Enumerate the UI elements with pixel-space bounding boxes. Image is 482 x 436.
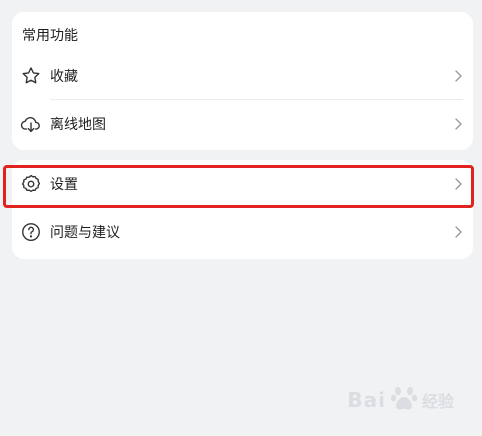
watermark-text: 经验: [421, 394, 454, 411]
chevron-right-icon: [453, 69, 463, 83]
chevron-right-icon: [453, 117, 463, 131]
chevron-right-icon: [453, 225, 463, 239]
question-circle-icon: [20, 221, 42, 243]
watermark-text: Bai: [347, 388, 386, 412]
cloud-download-icon: [20, 113, 42, 135]
common-functions-card: 常用功能 收藏 离线地图: [12, 12, 473, 150]
menu-item-label: 离线地图: [50, 116, 106, 132]
menu-item-offline-map[interactable]: 离线地图: [12, 100, 473, 150]
paw-icon: [389, 383, 419, 418]
baidu-jingyan-watermark: Bai 经验: [347, 380, 454, 420]
menu-item-label: 问题与建议: [50, 224, 120, 240]
menu-item-label: 收藏: [50, 68, 78, 84]
menu-item-feedback[interactable]: 问题与建议: [12, 208, 473, 258]
settings-highlight-box: [3, 165, 474, 208]
menu-item-favorites[interactable]: 收藏: [12, 52, 473, 102]
section-title: 常用功能: [22, 27, 78, 43]
star-outline-icon: [20, 65, 42, 87]
